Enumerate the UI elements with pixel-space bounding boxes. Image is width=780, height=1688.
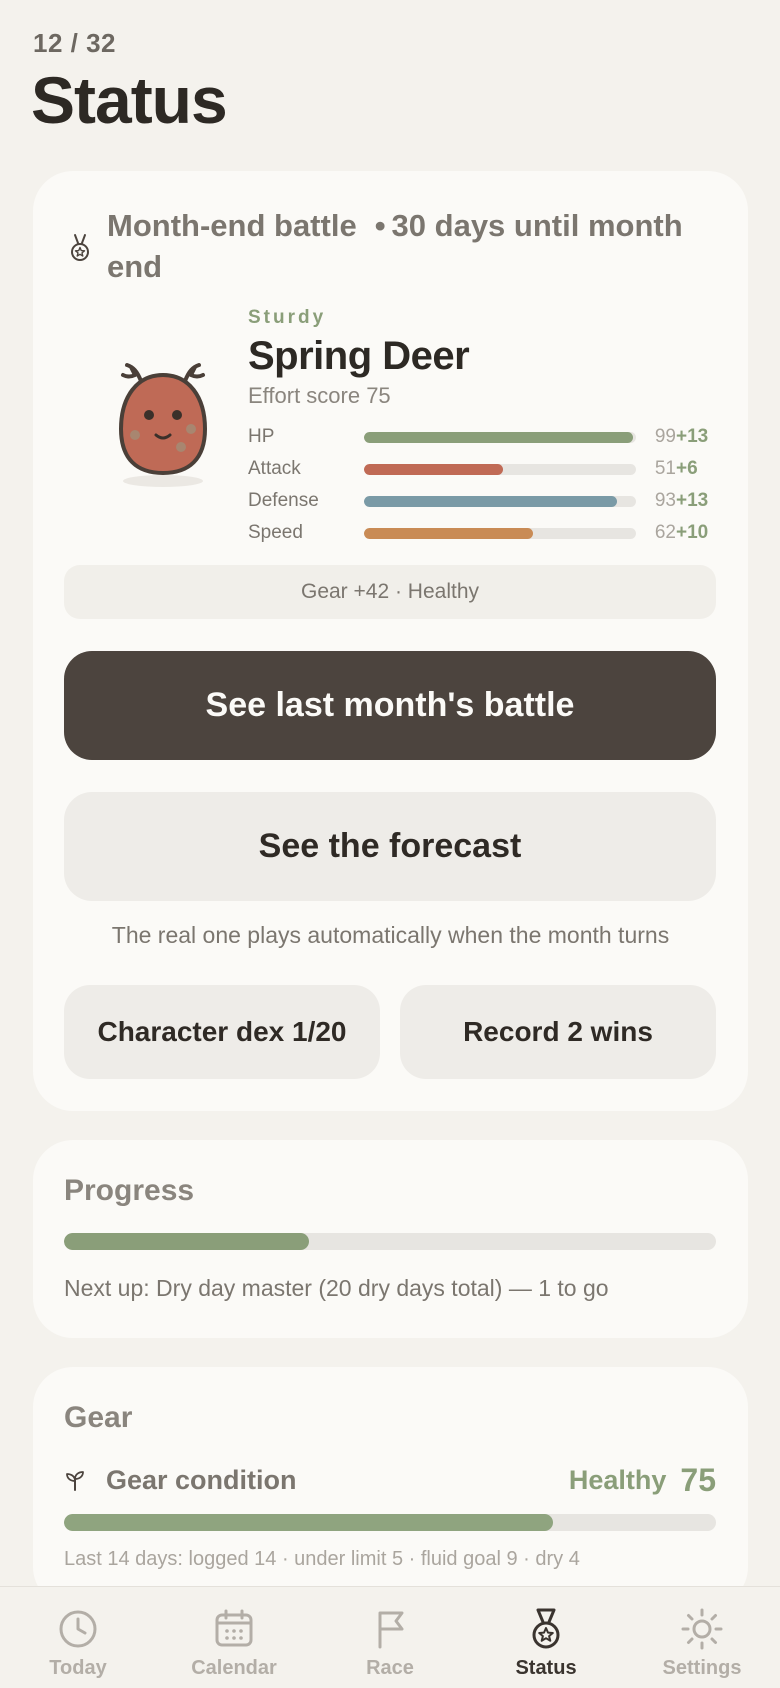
tab-status[interactable]: Status bbox=[468, 1587, 624, 1688]
stat-label: Attack bbox=[248, 458, 301, 479]
tab-label: Race bbox=[366, 1657, 414, 1679]
battle-card: Month-end battle • 30 days until month end… bbox=[33, 171, 748, 1111]
gear-condition-bar-fill bbox=[64, 1514, 553, 1531]
gear-condition-score: 75 bbox=[680, 1461, 716, 1498]
page-counter: 12 / 32 bbox=[33, 28, 117, 58]
stat-bonus: +10 bbox=[676, 522, 709, 543]
record-wins-button[interactable]: Record 2 wins bbox=[400, 985, 716, 1079]
effort-score: Effort score 75 bbox=[248, 383, 391, 408]
progress-bar bbox=[64, 1233, 716, 1250]
tab-label: Today bbox=[49, 1657, 107, 1679]
sun-icon bbox=[681, 1608, 723, 1650]
calendar-icon bbox=[215, 1609, 253, 1647]
stat-value: 93 bbox=[654, 490, 676, 511]
auto-play-note: The real one plays automatically when th… bbox=[111, 922, 670, 948]
stat-row-hp: HP 99 +13 bbox=[248, 421, 718, 453]
progress-next-note: Next up: Dry day master (20 dry days tot… bbox=[64, 1275, 609, 1301]
stat-row-defense: Defense 93 +13 bbox=[248, 485, 718, 517]
tab-settings[interactable]: Settings bbox=[624, 1587, 780, 1688]
battle-header: Month-end battle • 30 days until month end bbox=[67, 205, 707, 287]
tab-label: Calendar bbox=[191, 1657, 277, 1679]
medal-icon bbox=[71, 234, 89, 261]
page-title: Status bbox=[31, 63, 228, 137]
stat-value: 62 bbox=[654, 522, 676, 543]
gear-card: Gear Gear condition Healthy 75 Last 14 d… bbox=[33, 1367, 748, 1607]
stats-list: HP 99 +13 Attack 51 +6 Defense 93 +13 Sp… bbox=[248, 421, 718, 549]
stat-bar bbox=[364, 527, 636, 539]
deer-character-illustration bbox=[118, 363, 208, 487]
see-forecast-button[interactable]: See the forecast bbox=[64, 792, 716, 901]
stat-label: HP bbox=[248, 426, 275, 447]
stat-row-speed: Speed 62 +10 bbox=[248, 517, 718, 549]
gear-history-note: Last 14 days: logged 14 · under limit 5 … bbox=[64, 1548, 580, 1570]
stat-bar bbox=[364, 495, 636, 507]
sprout-icon bbox=[66, 1471, 84, 1491]
stat-value: 99 bbox=[654, 426, 676, 447]
stat-bar-fill bbox=[364, 431, 634, 443]
gear-condition-label: Gear condition bbox=[106, 1464, 297, 1495]
character-type: Sturdy bbox=[248, 307, 327, 328]
gear-title: Gear bbox=[64, 1401, 133, 1434]
stat-bonus: +13 bbox=[676, 426, 709, 447]
stat-label: Speed bbox=[248, 522, 303, 543]
gear-condition-status: Healthy bbox=[568, 1464, 667, 1495]
stat-bar-fill bbox=[364, 527, 533, 539]
progress-bar-fill bbox=[64, 1233, 309, 1250]
stat-bonus: +6 bbox=[676, 458, 698, 479]
see-last-month-battle-button[interactable]: See last month's battle bbox=[64, 651, 716, 760]
progress-card: Progress Next up: Dry day master (20 dry… bbox=[33, 1140, 748, 1338]
tab-label: Settings bbox=[662, 1657, 742, 1679]
tab-race[interactable]: Race bbox=[312, 1587, 468, 1688]
tab-today[interactable]: Today bbox=[0, 1587, 156, 1688]
gear-summary-pill: Gear +42 · Healthy bbox=[64, 565, 716, 619]
stat-bar-fill bbox=[364, 463, 503, 475]
medal-icon bbox=[532, 1608, 560, 1649]
tab-bar: Today Calendar Race Status Settings bbox=[0, 1586, 780, 1688]
stat-row-attack: Attack 51 +6 bbox=[248, 453, 718, 485]
gear-condition-row: Gear condition Healthy 75 bbox=[64, 1460, 716, 1500]
tab-calendar[interactable]: Calendar bbox=[156, 1587, 312, 1688]
gear-condition-bar bbox=[64, 1514, 716, 1531]
clock-icon bbox=[59, 1610, 97, 1648]
stat-bonus: +13 bbox=[676, 490, 709, 511]
stat-value: 51 bbox=[654, 458, 676, 479]
stat-bar bbox=[364, 431, 636, 443]
stat-bar bbox=[364, 463, 636, 475]
tab-label: Status bbox=[515, 1657, 577, 1679]
flag-icon bbox=[378, 1611, 404, 1649]
battle-label: Month-end battle bbox=[107, 208, 357, 243]
stat-label: Defense bbox=[248, 490, 319, 511]
separator-dot: • bbox=[374, 208, 386, 243]
stat-bar-fill bbox=[364, 495, 617, 507]
character-name: Spring Deer bbox=[248, 334, 470, 378]
character-dex-button[interactable]: Character dex 1/20 bbox=[64, 985, 380, 1079]
progress-title: Progress bbox=[64, 1174, 195, 1207]
